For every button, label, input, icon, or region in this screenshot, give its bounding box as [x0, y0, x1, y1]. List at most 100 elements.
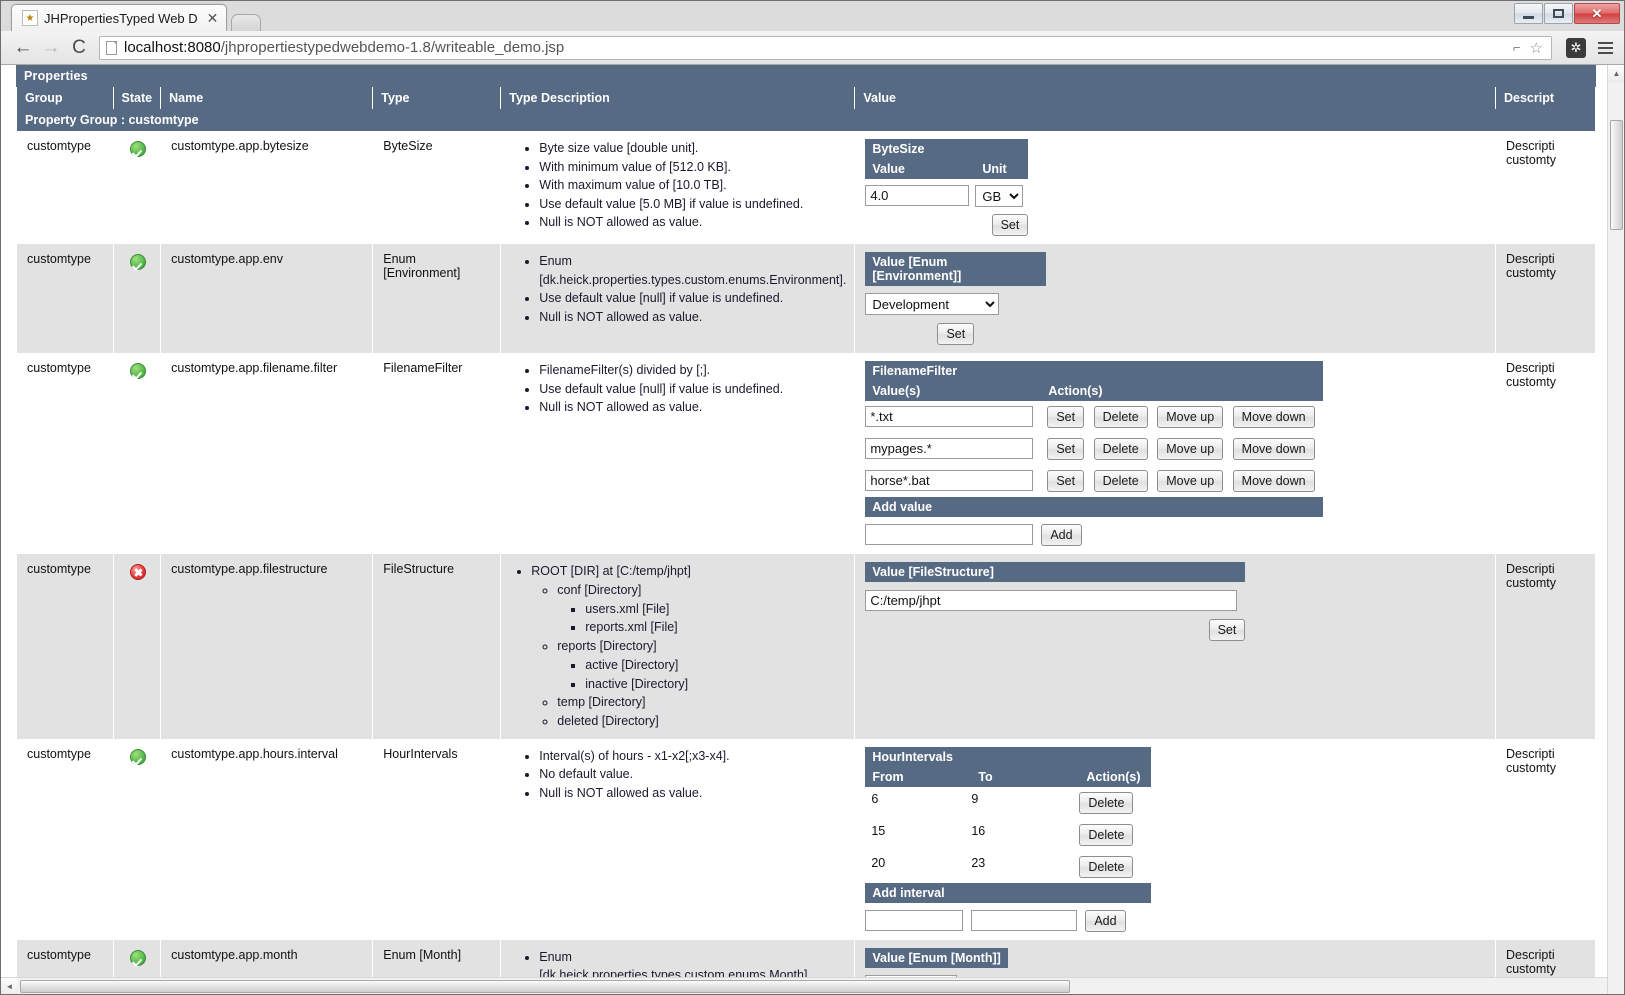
window-controls: ✕	[1514, 3, 1620, 24]
month-enum-widget-title: Value [Enum [Month]]	[865, 947, 1008, 968]
filenamefilter-col-actions: Action(s)	[1041, 381, 1324, 401]
filenamefilter-delete-button[interactable]: Delete	[1093, 438, 1148, 460]
column-header-group: Group	[17, 87, 113, 109]
hourinterval-delete-button[interactable]: Delete	[1079, 855, 1134, 878]
bookmark-star-icon[interactable]: ☆	[1530, 39, 1543, 57]
filestructure-value-input[interactable]	[865, 590, 1238, 611]
cell-type: ByteSize	[373, 131, 501, 244]
cell-description: Descripti customty	[1495, 939, 1595, 977]
page-viewport: Properties Group State Name Type Type De…	[1, 65, 1624, 994]
description-item: Use default value [null] if value is und…	[539, 289, 846, 308]
filestructure-set-button[interactable]: Set	[1208, 619, 1246, 641]
filenamefilter-col-values: Value(s)	[865, 381, 1042, 401]
key-icon[interactable]: ⌐	[1513, 40, 1521, 55]
back-button[interactable]: ←	[9, 34, 37, 62]
extension-icon[interactable]: ✲	[1566, 37, 1586, 58]
cell-name: customtype.app.hours.interval	[161, 738, 373, 940]
browser-tab[interactable]: ★ JHPropertiesTyped Web D ✕	[11, 4, 228, 31]
cell-description: Descripti customty	[1495, 353, 1595, 554]
filenamefilter-move-down-button[interactable]: Move down	[1232, 406, 1315, 428]
cell-type-description: Byte size value [double unit]. With mini…	[501, 131, 855, 244]
enum-widget: Value [Enum [Environment]] DevelopmentTe…	[865, 252, 1047, 345]
cell-type-description: Interval(s) of hours - x1-x2[;x3-x4]. No…	[501, 738, 855, 940]
hourinterval-add-to-input[interactable]	[971, 909, 1078, 931]
filenamefilter-value-input[interactable]	[865, 406, 1034, 427]
filenamefilter-add-button[interactable]: Add	[1041, 524, 1082, 546]
table-row: customtype customtype.app.env Enum [Envi…	[17, 244, 1595, 353]
filenamefilter-move-up-button[interactable]: Move up	[1157, 438, 1224, 460]
title-bar: ★ JHPropertiesTyped Web D ✕ ✕	[1, 1, 1624, 31]
hourintervals-row: 20 23 Delete	[865, 850, 1152, 883]
description-list: Enum [dk.heick.properties.types.custom.e…	[525, 948, 846, 977]
filenamefilter-set-button[interactable]: Set	[1047, 438, 1085, 460]
maximize-button[interactable]	[1544, 3, 1573, 24]
properties-page: Properties Group State Name Type Type De…	[16, 65, 1596, 977]
hourinterval-delete-button[interactable]: Delete	[1079, 791, 1134, 814]
description-list: Interval(s) of hours - x1-x2[;x3-x4]. No…	[525, 747, 846, 803]
scroll-left-arrow-icon[interactable]: ◄	[1, 977, 18, 994]
description-item: No default value.	[539, 765, 846, 784]
enum-set-button[interactable]: Set	[937, 323, 975, 345]
vertical-scrollbar[interactable]: ▲	[1607, 65, 1624, 994]
reload-button[interactable]: C	[65, 34, 93, 62]
cell-type: HourIntervals	[373, 738, 501, 940]
description-line: Descripti	[1505, 139, 1555, 153]
column-header-description: Descript	[1495, 87, 1595, 109]
horizontal-scroll-thumb[interactable]	[20, 980, 1070, 993]
bytesize-value-input[interactable]	[865, 185, 970, 206]
filenamefilter-value-input[interactable]	[865, 438, 1034, 459]
description-list: Enum [dk.heick.properties.types.custom.e…	[525, 252, 846, 326]
maximize-icon	[1553, 9, 1564, 18]
cell-type: FilenameFilter	[373, 353, 501, 554]
filenamefilter-move-down-button[interactable]: Move down	[1232, 470, 1315, 492]
filenamefilter-add-input[interactable]	[865, 524, 1034, 545]
filenamefilter-set-button[interactable]: Set	[1047, 406, 1085, 428]
hourintervals-col-to: To	[971, 766, 1080, 787]
status-ok-icon	[129, 363, 146, 379]
filenamefilter-value-input[interactable]	[865, 470, 1034, 491]
description-line: customty	[1505, 760, 1556, 775]
scroll-up-arrow-icon[interactable]: ▲	[1608, 65, 1624, 82]
hourinterval-add-from-input[interactable]	[865, 909, 964, 931]
description-line: customty	[1505, 153, 1556, 167]
cell-description: Descripti customty	[1495, 554, 1595, 739]
description-item: FilenameFilter(s) divided by [;].	[539, 361, 846, 380]
filenamefilter-delete-button[interactable]: Delete	[1093, 470, 1148, 492]
hourinterval-delete-button[interactable]: Delete	[1079, 823, 1134, 846]
filenamefilter-move-up-button[interactable]: Move up	[1157, 470, 1224, 492]
menu-icon[interactable]	[1594, 36, 1616, 60]
property-group-row: Property Group : customtype	[17, 109, 1595, 131]
description-line: customty	[1505, 266, 1556, 280]
tree-node: deleted [Directory]	[557, 712, 846, 731]
tree-node: temp [Directory]	[557, 693, 846, 712]
filenamefilter-move-up-button[interactable]: Move up	[1157, 406, 1224, 428]
description-item: Enum [dk.heick.properties.types.custom.e…	[539, 948, 846, 977]
tree-node: conf [Directory] users.xml [File] report…	[557, 581, 846, 637]
bytesize-unit-select[interactable]: BKBMBGBTB	[975, 185, 1024, 207]
close-button[interactable]: ✕	[1574, 3, 1620, 24]
status-error-icon	[129, 564, 146, 580]
minimize-button[interactable]	[1514, 3, 1543, 24]
tree-node: ROOT [DIR] at [C:/temp/jhpt] conf [Direc…	[531, 562, 846, 731]
environment-enum-select[interactable]: DevelopmentTestStagingProduction	[865, 293, 1000, 315]
description-item: Enum [dk.heick.properties.types.custom.e…	[539, 252, 846, 289]
cell-state	[113, 939, 161, 977]
filenamefilter-move-down-button[interactable]: Move down	[1232, 438, 1315, 460]
hourinterval-add-button[interactable]: Add	[1085, 909, 1126, 932]
cell-type-description: ROOT [DIR] at [C:/temp/jhpt] conf [Direc…	[501, 554, 855, 739]
address-bar[interactable]: localhost:8080/jhpropertiestypedwebdemo-…	[99, 35, 1552, 60]
url-path: /jhpropertiestypedwebdemo-1.8/writeable_…	[220, 39, 565, 56]
vertical-scroll-thumb[interactable]	[1610, 120, 1623, 230]
description-list: FilenameFilter(s) divided by [;]. Use de…	[525, 361, 846, 417]
tab-close-icon[interactable]: ✕	[207, 11, 219, 25]
filenamefilter-delete-button[interactable]: Delete	[1093, 406, 1148, 428]
new-tab-button[interactable]	[231, 14, 262, 31]
forward-button[interactable]: →	[37, 34, 65, 62]
horizontal-scrollbar[interactable]: ◄	[1, 977, 1607, 994]
browser-window: ★ JHPropertiesTyped Web D ✕ ✕ ← → C loca…	[0, 0, 1625, 995]
hourintervals-col-actions: Action(s)	[1079, 766, 1152, 787]
column-header-type-description: Type Description	[501, 87, 855, 109]
bytesize-set-button[interactable]: Set	[991, 214, 1029, 236]
filenamefilter-set-button[interactable]: Set	[1047, 470, 1085, 492]
tree-node-label: ROOT [DIR] at [C:/temp/jhpt]	[531, 564, 691, 578]
